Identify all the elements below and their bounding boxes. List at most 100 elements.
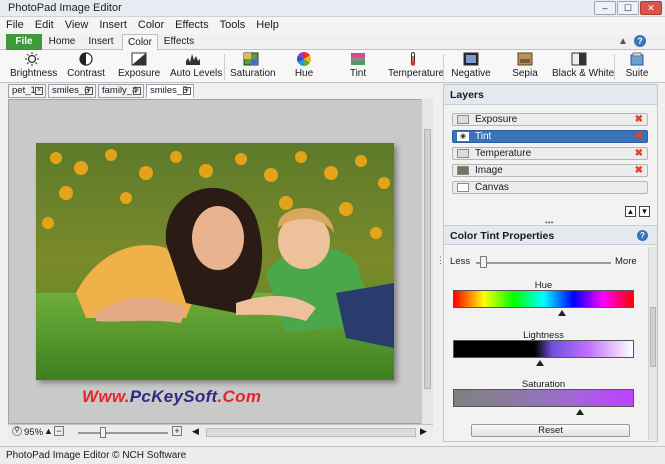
strength-slider-thumb[interactable]: [479, 256, 487, 268]
ribbon-separator: [224, 54, 225, 80]
menu-effects[interactable]: Effects: [169, 17, 213, 31]
tab-home[interactable]: Home: [44, 34, 80, 50]
aperture-icon: [131, 52, 147, 66]
doc-tab[interactable]: pet_1 ×: [8, 84, 46, 98]
zoom-slider[interactable]: [78, 432, 168, 434]
doc-tab[interactable]: smiles_6 ×: [48, 84, 96, 98]
zoom-out-icon[interactable]: −: [54, 426, 64, 436]
ribbon-separator: [614, 54, 615, 80]
delete-layer-icon[interactable]: ✖: [635, 114, 643, 125]
color-wheel-icon: [297, 52, 311, 66]
menu-tools[interactable]: Tools: [214, 17, 251, 31]
hue-gradient-bar[interactable]: [453, 290, 634, 308]
delete-layer-icon[interactable]: ✖: [635, 148, 643, 159]
tab-file[interactable]: File: [6, 34, 42, 50]
close-tab-icon[interactable]: ×: [183, 87, 191, 95]
close-button[interactable]: ✕: [640, 1, 662, 15]
scrollbar-thumb[interactable]: [424, 129, 431, 389]
menu-file[interactable]: File: [0, 17, 29, 31]
zoom-level: 95%: [24, 427, 44, 438]
sepia-button[interactable]: Sepia: [508, 51, 542, 81]
move-layer-down-icon[interactable]: ▼: [639, 206, 650, 217]
contrast-icon: [79, 52, 93, 66]
scroll-left-icon[interactable]: ◀: [192, 426, 199, 437]
minimize-button[interactable]: –: [594, 1, 616, 15]
title-bar: PhotoPad Image Editor – ☐ ✕: [0, 0, 665, 17]
layers-header: Layers: [444, 85, 657, 105]
horizontal-scrollbar[interactable]: [206, 428, 416, 437]
layer-temperature[interactable]: Temperature ✖: [452, 147, 648, 160]
tab-color[interactable]: Color: [122, 34, 158, 51]
tint-icon: [351, 53, 365, 65]
move-layer-up-icon[interactable]: ▲: [625, 206, 636, 217]
saturation-marker[interactable]: [575, 409, 584, 415]
less-label: Less: [450, 256, 471, 267]
layer-tint[interactable]: ◉ Tint ✖: [452, 130, 648, 143]
menu-color[interactable]: Color: [132, 17, 169, 31]
properties-scrollbar[interactable]: [648, 247, 657, 440]
help-icon[interactable]: ?: [637, 230, 648, 241]
strength-slider[interactable]: [476, 262, 611, 264]
menu-view[interactable]: View: [59, 17, 94, 31]
sun-icon: [25, 52, 39, 66]
tab-insert[interactable]: Insert: [82, 34, 120, 50]
menu-bar: File Edit View Insert Color Effects Tools Help: [0, 17, 665, 34]
layer-canvas[interactable]: Canvas: [452, 181, 648, 194]
close-tab-icon[interactable]: ×: [85, 87, 93, 95]
doc-tab-active[interactable]: smiles_5 ×: [146, 84, 194, 98]
panel-splitter-icon[interactable]: ⋮: [436, 255, 445, 266]
zoom-icon[interactable]: ⚲: [12, 426, 22, 436]
zoom-slider-thumb[interactable]: [100, 427, 106, 438]
negative-button[interactable]: Negative: [450, 51, 492, 81]
ribbon-collapse-icon[interactable]: ▲: [618, 36, 628, 47]
contrast-button[interactable]: Contrast: [66, 51, 106, 81]
layer-exposure[interactable]: Exposure ✖: [452, 113, 648, 126]
help-icon[interactable]: ?: [634, 35, 646, 47]
saturation-button[interactable]: Saturation: [230, 51, 276, 81]
hue-marker[interactable]: [557, 310, 566, 316]
saturation-icon: [243, 52, 259, 66]
menu-help[interactable]: Help: [250, 17, 284, 31]
suite-button[interactable]: Suite: [620, 51, 654, 81]
maximize-button[interactable]: ☐: [617, 1, 639, 15]
reset-button[interactable]: Reset: [471, 424, 630, 437]
tab-effects[interactable]: Effects: [160, 34, 198, 50]
more-label: More: [615, 256, 637, 267]
suite-icon: [630, 52, 644, 66]
scrollbar-thumb[interactable]: [650, 307, 656, 367]
zoom-in-icon[interactable]: +: [172, 426, 182, 436]
saturation-gradient-bar[interactable]: [453, 389, 634, 407]
zoom-up-icon[interactable]: ▲: [44, 426, 53, 436]
scroll-right-icon[interactable]: ▶: [420, 426, 427, 437]
close-tab-icon[interactable]: ×: [133, 87, 141, 95]
black-white-icon: [571, 52, 587, 66]
lightness-gradient-bar[interactable]: [453, 340, 634, 358]
delete-layer-icon[interactable]: ✖: [635, 131, 643, 142]
watermark-text: Www.PcKeySoft.Com: [82, 387, 262, 406]
lightness-marker[interactable]: [535, 360, 544, 366]
status-text: PhotoPad Image Editor © NCH Software: [6, 450, 187, 461]
menu-edit[interactable]: Edit: [29, 17, 59, 31]
tint-button[interactable]: Tint: [338, 51, 378, 81]
sepia-icon: [517, 52, 533, 66]
hue-button[interactable]: Hue: [284, 51, 324, 81]
black-white-button[interactable]: Black & White: [552, 51, 614, 81]
doc-tab[interactable]: family_4 ×: [98, 84, 144, 98]
menu-insert[interactable]: Insert: [93, 17, 132, 31]
auto-levels-button[interactable]: Auto Levels: [170, 51, 222, 81]
delete-layer-icon[interactable]: ✖: [635, 165, 643, 176]
ribbon-separator: [443, 54, 444, 80]
histogram-icon: [186, 54, 200, 65]
properties-header: Color Tint Properties ?: [444, 225, 657, 245]
brightness-button[interactable]: Brightness: [10, 51, 57, 81]
temperature-button[interactable]: Temperature: [388, 51, 444, 81]
status-bar: PhotoPad Image Editor © NCH Software: [0, 446, 665, 464]
close-tab-icon[interactable]: ×: [35, 87, 43, 95]
vertical-scrollbar[interactable]: [421, 99, 433, 424]
exposure-button[interactable]: Exposure: [118, 51, 160, 81]
layer-image[interactable]: Image ✖: [452, 164, 648, 177]
thermometer-icon: [410, 52, 416, 66]
photo-image[interactable]: [36, 143, 394, 380]
eye-icon[interactable]: ◉: [457, 132, 469, 141]
zoom-bar: ⚲ 95% ▲ − + ◀ ▶: [8, 424, 433, 440]
